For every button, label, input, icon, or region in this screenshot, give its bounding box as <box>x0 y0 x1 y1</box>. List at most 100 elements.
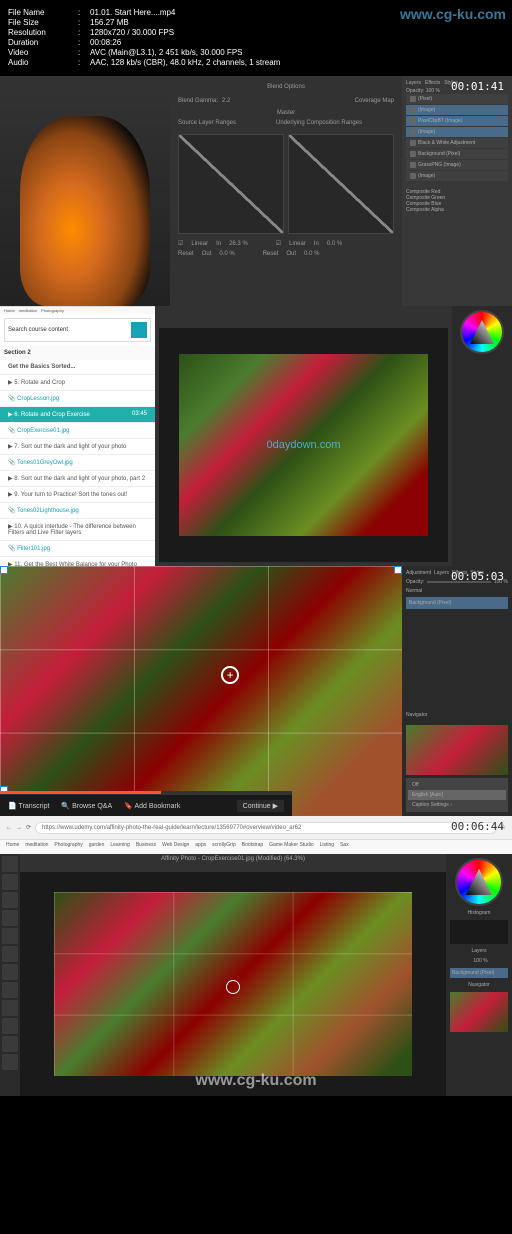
color-wheel[interactable] <box>460 310 504 354</box>
layer-item[interactable]: Background (Pixel) <box>406 149 508 159</box>
lesson-item[interactable]: ▶ 10. A quick interlude - The difference… <box>0 519 155 541</box>
bookmark-item[interactable]: Home <box>6 842 19 852</box>
search-button[interactable] <box>131 322 147 338</box>
navigator-thumb[interactable] <box>406 725 508 775</box>
linear-check-2[interactable]: ☑ <box>276 240 281 247</box>
lesson-file[interactable]: 📎 CropExercise01.jpg <box>0 423 155 439</box>
lesson-file[interactable]: 📎 CropLesson.jpg <box>0 391 155 407</box>
source-curve[interactable] <box>178 134 284 234</box>
back-button[interactable]: ← <box>6 825 12 831</box>
layer-item[interactable]: (Image) <box>406 127 508 137</box>
screenshot-1: 00:01:41 Blend Options Blend Gamma: 2.2 … <box>0 76 512 306</box>
canvas-area[interactable]: 0daydown.com <box>159 328 448 562</box>
linear-check-1[interactable]: ☑ <box>178 240 183 247</box>
bookmark-item[interactable]: Business <box>136 842 156 852</box>
layer-item[interactable]: (Image) <box>406 105 508 115</box>
reset-button-2[interactable]: Reset <box>263 251 279 257</box>
reload-button[interactable]: ⟳ <box>26 824 31 831</box>
caption-english[interactable]: English [Auto] <box>408 790 506 800</box>
histogram[interactable] <box>450 920 508 944</box>
crop-handle[interactable] <box>394 566 402 574</box>
layer-item[interactable]: PixelClipBT (Image) <box>406 116 508 126</box>
select-tool[interactable] <box>2 874 18 890</box>
caption-settings[interactable]: Caption Settings › <box>408 800 506 810</box>
browse-qa-button[interactable]: 🔍 Browse Q&A <box>61 802 112 810</box>
continue-button[interactable]: Continue ▶ <box>237 800 284 812</box>
eraser-tool[interactable] <box>2 928 18 944</box>
channel-item[interactable]: Composite Alpha <box>406 207 508 213</box>
bookmark-item[interactable]: garden <box>89 842 105 852</box>
bookmark-item[interactable]: Game Maker Studio <box>269 842 313 852</box>
clone-tool[interactable] <box>2 946 18 962</box>
canvas-area-4[interactable]: Affinity Photo - CropExercise01.jpg (Mod… <box>20 872 446 1096</box>
bookmark-item[interactable]: apps <box>195 842 206 852</box>
layer-item[interactable]: (Pixel) <box>406 94 508 104</box>
lesson-item-active[interactable]: ▶ 6. Rotate and Crop Exercise03:45 <box>0 407 155 423</box>
heal-tool[interactable] <box>2 964 18 980</box>
out-value-2[interactable]: 0.0 % <box>304 251 319 257</box>
gamma-label: Blend Gamma: <box>178 98 218 104</box>
in-value[interactable]: 26.3 % <box>229 241 248 247</box>
search-input[interactable]: Search course content <box>4 318 151 342</box>
bookmark-item[interactable]: scrollyGrip <box>212 842 236 852</box>
tab-layers[interactable]: Layers <box>434 570 449 576</box>
zoom-tool[interactable] <box>2 1036 18 1052</box>
crop-center-handle[interactable]: + <box>221 666 239 684</box>
brush-tool[interactable] <box>2 910 18 926</box>
add-bookmark-button[interactable]: 🔖 Add Bookmark <box>124 802 180 810</box>
crop-canvas[interactable]: + 📄 Transcript 🔍 Browse Q&A 🔖 Add Bookma… <box>0 566 402 816</box>
caption-off[interactable]: Off <box>408 780 506 790</box>
bookmark-item[interactable]: Learning <box>110 842 129 852</box>
master-label[interactable]: Master <box>277 110 295 116</box>
tab-adjustment[interactable]: Adjustment <box>406 570 431 576</box>
blend-mode[interactable]: Normal <box>406 588 508 594</box>
dest-curve[interactable] <box>288 134 394 234</box>
text-tool[interactable] <box>2 982 18 998</box>
layer-item[interactable]: Black & White Adjustment <box>406 138 508 148</box>
bookmarks-bar[interactable]: HomemeditationPhotography <box>0 307 155 314</box>
lesson-file[interactable]: 📎 Filter101.jpg <box>0 541 155 557</box>
tab-layers[interactable]: Layers <box>406 80 421 86</box>
in-value-2[interactable]: 0.0 % <box>327 241 342 247</box>
watermark-center: 0daydown.com <box>267 439 341 451</box>
lesson-item[interactable]: ▶ 9. Your turn to Practice! Sort the ton… <box>0 487 155 503</box>
reset-button-1[interactable]: Reset <box>178 251 194 257</box>
lesson-file[interactable]: 📎 Tones02Lighthouse.jpg <box>0 503 155 519</box>
value-video: AVC (Main@L3.1), 2 451 kb/s, 30.000 FPS <box>90 48 243 57</box>
opacity-value-4[interactable]: 100 % <box>473 958 487 964</box>
layer-item[interactable]: GrassPNG (Image) <box>406 160 508 170</box>
gamma-value[interactable]: 2.2 <box>222 98 230 104</box>
tab-effects[interactable]: Effects <box>425 80 440 86</box>
source-ranges-label: Source Layer Ranges <box>178 120 236 126</box>
timestamp-1: 00:01:41 <box>451 80 504 93</box>
hand-tool[interactable] <box>2 1054 18 1070</box>
lesson-item[interactable]: ▶ 5. Rotate and Crop <box>0 375 155 391</box>
out-value[interactable]: 0.0 % <box>219 251 234 257</box>
crop-handle[interactable] <box>0 566 8 574</box>
bookmark-item[interactable]: Photography <box>54 842 82 852</box>
color-wheel-4[interactable] <box>455 858 503 906</box>
crop-tool[interactable] <box>2 892 18 908</box>
bookmark-item[interactable]: Bootstrap <box>242 842 263 852</box>
layer-background[interactable]: Background (Pixel) <box>406 597 508 609</box>
pen-tool[interactable] <box>2 1018 18 1034</box>
lesson-file[interactable]: 📎 Tones01GreyOwl.jpg <box>0 455 155 471</box>
label-video: Video <box>8 48 78 57</box>
url-bar[interactable]: https://www.udemy.com/affinity-photo-the… <box>35 822 497 834</box>
transcript-button[interactable]: 📄 Transcript <box>8 802 49 810</box>
move-tool[interactable] <box>2 856 18 872</box>
layer-background-4[interactable]: Background (Pixel) <box>450 968 508 978</box>
navigator-thumb-4[interactable] <box>450 992 508 1032</box>
bookmark-item[interactable]: meditation <box>25 842 48 852</box>
lesson-item[interactable]: ▶ 8. Sort out the dark and light of your… <box>0 471 155 487</box>
section-header[interactable]: Section 2 <box>0 346 155 360</box>
bookmark-item[interactable]: Web Design <box>162 842 189 852</box>
forward-button[interactable]: → <box>16 825 22 831</box>
coverage-label[interactable]: Coverage Map <box>355 98 394 104</box>
blend-options-title: Blend Options <box>178 84 394 90</box>
bookmark-item[interactable]: Sax <box>340 842 349 852</box>
lesson-item[interactable]: ▶ 7. Sort out the dark and light of your… <box>0 439 155 455</box>
shape-tool[interactable] <box>2 1000 18 1016</box>
layer-item[interactable]: (Image) <box>406 171 508 181</box>
bookmark-item[interactable]: Listing <box>320 842 334 852</box>
